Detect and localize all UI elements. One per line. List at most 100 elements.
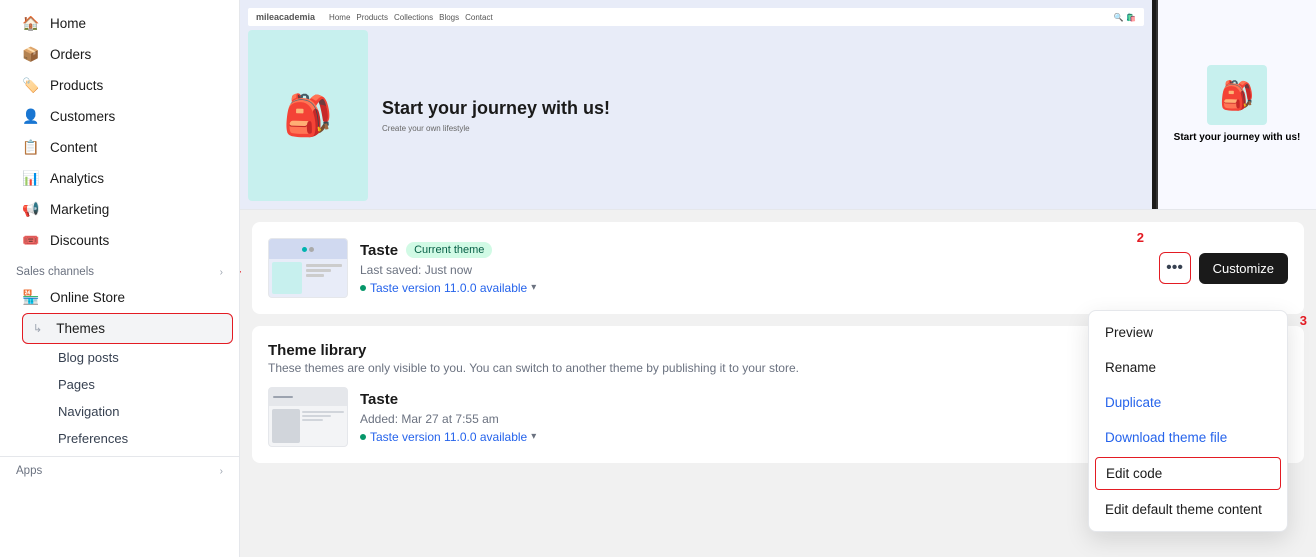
theme-name: Taste — [360, 242, 398, 259]
customize-button[interactable]: Customize — [1199, 253, 1288, 284]
sidebar-item-marketing[interactable]: 📢 Marketing — [6, 194, 233, 225]
sidebar-item-products[interactable]: 🏷️ Products — [6, 70, 233, 101]
library-theme-name: Taste — [360, 391, 398, 408]
dropdown-edit-code[interactable]: 3 Edit code — [1095, 457, 1281, 490]
store-icon: 🏪 — [22, 289, 40, 306]
sidebar-sub-label: Navigation — [58, 404, 119, 419]
sidebar-item-label: Orders — [50, 47, 91, 62]
thumb-bottom — [269, 259, 347, 297]
sidebar-sub-pages[interactable]: Pages — [6, 371, 233, 398]
nav-contact: Contact — [465, 13, 493, 22]
dropdown-rename[interactable]: Rename — [1089, 350, 1287, 385]
sidebar-item-label: Products — [50, 78, 103, 93]
theme-name-row: Taste Current theme — [360, 242, 1147, 259]
sidebar-item-customers[interactable]: 👤 Customers — [6, 101, 233, 132]
preview-headline: Start your journey with us! — [382, 98, 1136, 120]
discounts-icon: 🎟️ — [22, 232, 40, 249]
thumb-col2 — [304, 262, 344, 294]
sidebar-item-label: Analytics — [50, 171, 104, 186]
sidebar-sub-blog-posts[interactable]: Blog posts — [6, 344, 233, 371]
apps-section: Apps › — [0, 457, 239, 481]
lib-thumb-top — [269, 388, 347, 406]
nav-products: Products — [356, 13, 388, 22]
chevron-lib-version-icon: ▾ — [531, 431, 536, 442]
sidebar-item-label: Home — [50, 16, 86, 31]
lib-line-1 — [302, 411, 344, 413]
dropdown-edit-default[interactable]: Edit default theme content — [1089, 492, 1287, 527]
thumb-col1 — [272, 262, 302, 294]
nav-home: Home — [329, 13, 350, 22]
library-description: These themes are only visible to you. Yo… — [268, 361, 799, 375]
sidebar-item-label: Discounts — [50, 233, 109, 248]
content-icon: 📋 — [22, 139, 40, 156]
library-theme-name-row: Taste — [360, 391, 1185, 408]
preview-right-text: Start your journey with us! — [1174, 131, 1301, 144]
dropdown-preview[interactable]: Preview — [1089, 315, 1287, 350]
indent-arrow-icon: ↳ — [33, 322, 42, 335]
marketing-icon: 📢 — [22, 201, 40, 218]
preview-right-bag: 🎒 — [1207, 65, 1267, 125]
preview-nav: mileacademia Home Products Collections B… — [248, 8, 1144, 26]
preview-bag-image: 🎒 — [248, 30, 368, 201]
sidebar-item-label: Customers — [50, 109, 115, 124]
lib-thumb-body — [269, 406, 347, 446]
sidebar-item-orders[interactable]: 📦 Orders — [6, 39, 233, 70]
library-theme-added: Added: Mar 27 at 7:55 am — [360, 412, 1185, 426]
preview-left-panel: mileacademia Home Products Collections B… — [240, 0, 1152, 209]
analytics-icon: 📊 — [22, 170, 40, 187]
lib-thumb-line — [273, 396, 293, 398]
dropdown-menu: Preview Rename Duplicate Download theme … — [1088, 310, 1288, 532]
sidebar-item-analytics[interactable]: 📊 Analytics — [6, 163, 233, 194]
thumb-dot-2 — [309, 247, 314, 252]
current-theme-card: 1 Taste Current theme Last saved — [252, 222, 1304, 314]
current-theme-badge: Current theme — [406, 242, 492, 258]
dropdown-duplicate[interactable]: Duplicate — [1089, 385, 1287, 420]
customers-icon: 👤 — [22, 108, 40, 125]
orders-icon: 📦 — [22, 46, 40, 63]
step-2-label: 2 — [1137, 230, 1144, 245]
library-theme-version[interactable]: Taste version 11.0.0 available ▾ — [360, 430, 1185, 444]
sidebar-item-home[interactable]: 🏠 Home — [6, 8, 233, 39]
theme-info: Taste Current theme Last saved: Just now… — [360, 242, 1147, 295]
sidebar-sub-label: Preferences — [58, 431, 128, 446]
sidebar-item-online-store[interactable]: 🏪 Online Store — [6, 282, 233, 313]
theme-version[interactable]: Taste version 11.0.0 available ▾ — [360, 281, 1147, 295]
sidebar-sub-label: Blog posts — [58, 350, 119, 365]
theme-preview-banner: mileacademia Home Products Collections B… — [240, 0, 1316, 210]
lib-line-2 — [302, 415, 331, 417]
sidebar-sub-label: Pages — [58, 377, 95, 392]
chevron-icon: › — [220, 267, 223, 278]
preview-content: 🎒 Start your journey with us! Create you… — [248, 30, 1144, 201]
library-title: Theme library — [268, 342, 799, 359]
sidebar-item-themes[interactable]: ↳ Themes — [22, 313, 233, 344]
sidebar-item-label: Marketing — [50, 202, 109, 217]
version-dot-icon — [360, 285, 366, 291]
sales-channels-section: Sales channels › — [0, 256, 239, 282]
step-3-label: 3 — [1300, 313, 1307, 328]
lib-thumb-text — [302, 409, 344, 443]
main-content: mileacademia Home Products Collections B… — [240, 0, 1316, 557]
thumb-line-2 — [306, 269, 331, 272]
products-icon: 🏷️ — [22, 77, 40, 94]
sidebar-item-label: Content — [50, 140, 97, 155]
sidebar-sub-navigation[interactable]: Navigation — [6, 398, 233, 425]
library-info-block: Theme library These themes are only visi… — [268, 342, 799, 375]
preview-text-block: Start your journey with us! Create your … — [374, 30, 1144, 201]
nav-icons: 🔍 🛍️ — [1114, 13, 1136, 22]
sidebar-item-content[interactable]: 📋 Content — [6, 132, 233, 163]
nav-collections: Collections — [394, 13, 433, 22]
thumb-dot — [302, 247, 307, 252]
preview-tagline: Create your own lifestyle — [382, 124, 1136, 133]
sidebar-sub-preferences[interactable]: Preferences — [6, 425, 233, 452]
sidebar-item-discounts[interactable]: 🎟️ Discounts — [6, 225, 233, 256]
dropdown-download[interactable]: Download theme file — [1089, 420, 1287, 455]
theme-thumbnail — [268, 238, 348, 298]
sidebar-item-label: Themes — [56, 321, 105, 336]
thumb-line-1 — [306, 264, 342, 267]
step-1-label: 1 — [240, 261, 241, 276]
library-theme-info: Taste Added: Mar 27 at 7:55 am Taste ver… — [360, 391, 1185, 444]
lib-thumb-image — [272, 409, 300, 443]
chevron-apps-icon: › — [220, 466, 223, 477]
sidebar-item-label: Online Store — [50, 290, 125, 305]
more-options-button[interactable]: ••• — [1159, 252, 1191, 284]
